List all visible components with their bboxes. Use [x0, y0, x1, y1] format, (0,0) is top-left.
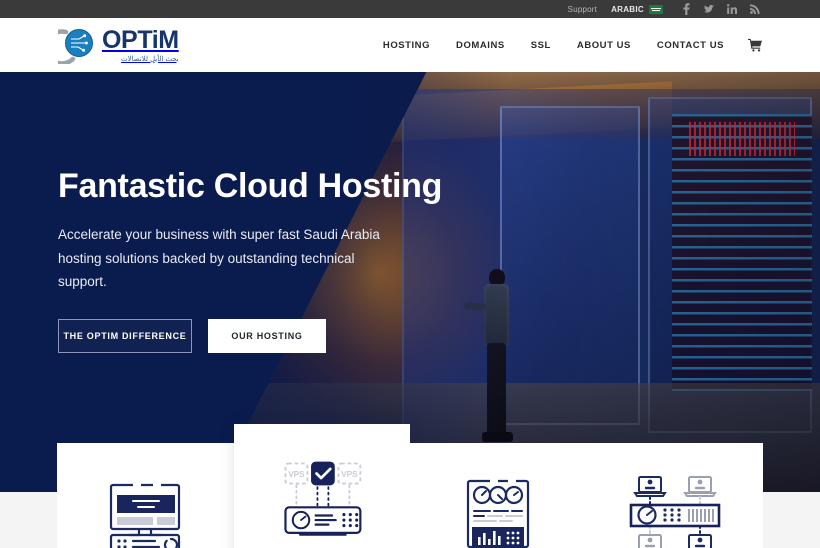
saudi-arabia-flag-icon: [649, 4, 663, 14]
hero-subtitle: Accelerate your business with super fast…: [58, 227, 380, 289]
top-utility-bar: Support ARABIC: [0, 0, 820, 18]
main-navigation: HOSTING DOMAINS SSL ABOUT US CONTACT US: [383, 40, 724, 51]
dedicated-server-dashboard-icon: [444, 473, 552, 548]
optim-difference-button[interactable]: THE OPTIM DIFFERENCE: [58, 319, 192, 354]
shared-hosting-network-icon: [621, 473, 729, 548]
hero-content: Fantastic Cloud Hosting Accelerate your …: [58, 167, 478, 354]
hero-title: Fantastic Cloud Hosting: [58, 167, 443, 205]
vps-label-right: VPS: [341, 470, 358, 479]
nav-item-ssl[interactable]: SSL: [531, 40, 551, 51]
laptop-bottom-right: [687, 534, 712, 548]
linkedin-icon[interactable]: [727, 3, 737, 15]
facebook-icon[interactable]: [681, 3, 691, 15]
logo-wordmark: OPTiM: [102, 25, 179, 54]
vps-hosting-icon: VPS VPS: [268, 458, 376, 542]
laptop-top-right: [682, 476, 717, 497]
nav-item-about-us[interactable]: ABOUT US: [577, 40, 631, 51]
rss-icon[interactable]: [750, 3, 760, 15]
card-shared-hosting[interactable]: [586, 443, 763, 548]
card-dedicated-server[interactable]: [410, 443, 587, 548]
laptop-top-left: [632, 476, 667, 497]
web-hosting-icon: [91, 473, 199, 548]
logo-arabic-subtitle: بحث الأيل للاتصالات: [120, 55, 179, 63]
shopping-cart-icon[interactable]: [748, 38, 762, 52]
site-logo[interactable]: OPTiM بحث الأيل للاتصالات: [43, 25, 179, 66]
page-root: Support ARABIC OPTiM بحث الأيل للاتصالات…: [0, 0, 820, 548]
nav-item-contact-us[interactable]: CONTACT US: [657, 40, 724, 51]
twitter-icon[interactable]: [704, 3, 714, 15]
card-vps-hosting[interactable]: VPS VPS: [233, 424, 410, 548]
hero-buttons: THE OPTIM DIFFERENCE OUR HOSTING: [58, 319, 478, 354]
nav-item-hosting[interactable]: HOSTING: [383, 40, 430, 51]
site-header: OPTiM بحث الأيل للاتصالات HOSTING DOMAIN…: [0, 18, 820, 72]
nav-item-domains[interactable]: DOMAINS: [456, 40, 505, 51]
card-web-hosting[interactable]: [57, 443, 234, 548]
social-links: [681, 3, 760, 15]
laptop-bottom-left: [637, 534, 662, 548]
arabic-language-link[interactable]: ARABIC: [611, 5, 644, 14]
service-cards: VPS VPS: [57, 424, 763, 548]
vps-label-left: VPS: [288, 470, 305, 479]
optim-globe-icon: [43, 26, 98, 66]
support-link[interactable]: Support: [568, 5, 597, 14]
our-hosting-button[interactable]: OUR HOSTING: [208, 319, 326, 354]
